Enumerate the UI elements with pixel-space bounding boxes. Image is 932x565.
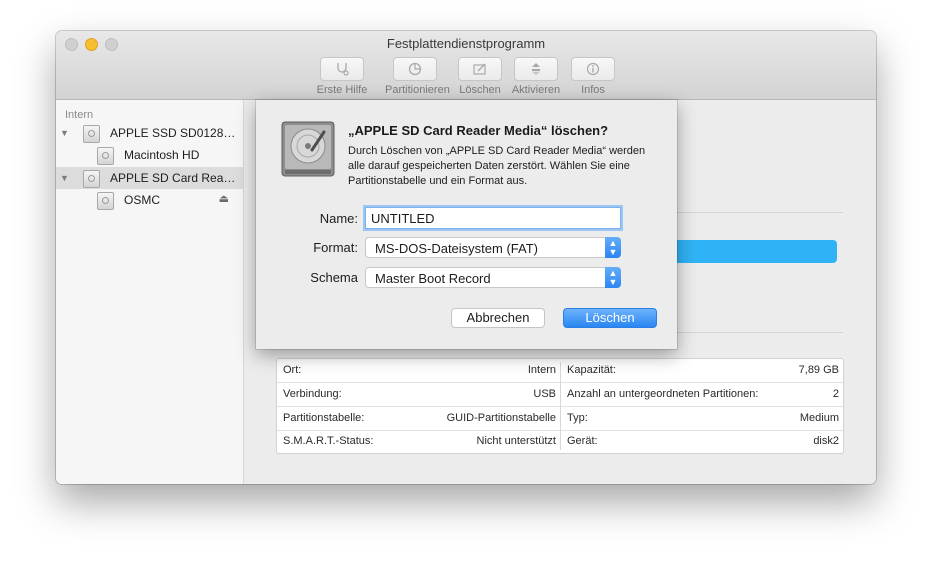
erase-icon bbox=[458, 57, 502, 81]
sidebar-item-sd-card[interactable]: ▼ APPLE SD Card Rea… bbox=[56, 167, 243, 189]
info-column-left: Ort: Intern Verbindung: USB Partitionsta… bbox=[277, 359, 560, 453]
erase-button[interactable]: Löschen bbox=[563, 308, 657, 328]
toolbar-label: Infos bbox=[581, 84, 605, 96]
disk-icon bbox=[83, 170, 100, 188]
info-value: Nicht unterstützt bbox=[476, 435, 556, 447]
info-value: 2 bbox=[832, 388, 839, 400]
info-key: Anzahl an untergeordneten Partitionen: bbox=[567, 388, 759, 400]
info-value: 7,89 GB bbox=[798, 364, 839, 376]
dialog-title: „APPLE SD Card Reader Media“ löschen? bbox=[348, 123, 609, 138]
toolbar-partition[interactable]: Partitionieren bbox=[385, 57, 450, 96]
info-row: Kapazität: 7,89 GB bbox=[561, 359, 843, 383]
info-value: GUID-Partitionstabelle bbox=[446, 412, 556, 424]
cancel-button[interactable]: Abbrechen bbox=[451, 308, 545, 328]
name-label: Name: bbox=[319, 211, 358, 226]
popup-arrows-icon: ▲ ▼ bbox=[605, 237, 621, 258]
erase-dialog: „APPLE SD Card Reader Media“ löschen? Du… bbox=[256, 100, 677, 349]
toolbar-mount[interactable]: Aktivieren bbox=[506, 57, 566, 96]
sidebar-item-label: OSMC bbox=[124, 193, 160, 207]
scheme-select[interactable]: Master Boot Record ▲ ▼ bbox=[365, 267, 621, 288]
disclosure-triangle-icon[interactable]: ▼ bbox=[60, 128, 69, 138]
hard-drive-icon bbox=[280, 120, 336, 178]
popup-arrows-icon: ▲ ▼ bbox=[605, 267, 621, 288]
toolbar-label: Partitionieren bbox=[385, 84, 450, 96]
info-row: Anzahl an untergeordneten Partitionen: 2 bbox=[561, 383, 843, 407]
info-key: Ort: bbox=[283, 364, 302, 376]
info-key: S.M.A.R.T.-Status: bbox=[283, 435, 374, 447]
title-bar: Festplattendienstprogramm Erste Hilfe Pa… bbox=[56, 31, 876, 100]
info-value: Medium bbox=[799, 412, 839, 424]
toolbar-first-aid[interactable]: Erste Hilfe bbox=[312, 57, 372, 96]
volume-icon bbox=[97, 192, 114, 210]
info-row: Typ: Medium bbox=[561, 407, 843, 431]
name-field[interactable] bbox=[365, 207, 621, 229]
sidebar-item-apple-ssd[interactable]: ▼ APPLE SSD SD0128… bbox=[56, 122, 243, 144]
toolbar-erase[interactable]: Löschen bbox=[450, 57, 510, 96]
sidebar-item-osmc[interactable]: OSMC ⏏ bbox=[56, 189, 243, 211]
format-label: Format: bbox=[313, 240, 358, 255]
info-key: Kapazität: bbox=[567, 364, 616, 376]
info-value: USB bbox=[533, 388, 556, 400]
toolbar-label: Löschen bbox=[459, 84, 501, 96]
divider bbox=[677, 332, 843, 333]
sidebar: Intern ▼ APPLE SSD SD0128… Macintosh HD … bbox=[56, 100, 244, 484]
volume-icon bbox=[97, 147, 114, 165]
sidebar-heading: Intern bbox=[65, 109, 94, 121]
sidebar-item-label: APPLE SD Card Rea… bbox=[110, 171, 236, 185]
scheme-value: Master Boot Record bbox=[375, 271, 491, 286]
info-column-right: Kapazität: 7,89 GB Anzahl an untergeordn… bbox=[561, 359, 843, 453]
divider bbox=[677, 212, 843, 213]
sidebar-item-label: Macintosh HD bbox=[124, 148, 200, 162]
info-row: S.M.A.R.T.-Status: Nicht unterstützt bbox=[277, 430, 560, 453]
usage-bar bbox=[676, 240, 837, 263]
dialog-message: Durch Löschen von „APPLE SD Card Reader … bbox=[348, 145, 646, 187]
toolbar-label: Erste Hilfe bbox=[316, 84, 368, 96]
stethoscope-icon bbox=[320, 57, 364, 81]
disk-icon bbox=[83, 125, 100, 143]
toolbar-label: Aktivieren bbox=[511, 84, 561, 96]
disk-info-table: Ort: Intern Verbindung: USB Partitionsta… bbox=[276, 358, 844, 454]
info-key: Partitionstabelle: bbox=[283, 412, 365, 424]
format-select[interactable]: MS-DOS-Dateisystem (FAT) ▲ ▼ bbox=[365, 237, 621, 258]
info-icon bbox=[571, 57, 615, 81]
toolbar-info[interactable]: Infos bbox=[563, 57, 623, 96]
info-key: Gerät: bbox=[567, 435, 598, 447]
sidebar-item-macintosh-hd[interactable]: Macintosh HD bbox=[56, 144, 243, 166]
info-row: Ort: Intern bbox=[277, 359, 560, 383]
info-value: Intern bbox=[527, 364, 556, 376]
window-title: Festplattendienstprogramm bbox=[386, 36, 546, 51]
mount-icon bbox=[514, 57, 558, 81]
pie-icon bbox=[393, 57, 437, 81]
format-value: MS-DOS-Dateisystem (FAT) bbox=[375, 241, 538, 256]
info-key: Typ: bbox=[567, 412, 588, 424]
info-row: Partitionstabelle: GUID-Partitionstabell… bbox=[277, 407, 560, 431]
info-value: disk2 bbox=[813, 435, 839, 447]
info-key: Verbindung: bbox=[283, 388, 342, 400]
disclosure-triangle-icon[interactable]: ▼ bbox=[60, 173, 69, 183]
eject-icon[interactable]: ⏏ bbox=[219, 192, 229, 205]
info-row: Verbindung: USB bbox=[277, 383, 560, 407]
sidebar-item-label: APPLE SSD SD0128… bbox=[110, 126, 236, 140]
info-row: Gerät: disk2 bbox=[561, 430, 843, 453]
scheme-label: Schema bbox=[310, 270, 358, 285]
